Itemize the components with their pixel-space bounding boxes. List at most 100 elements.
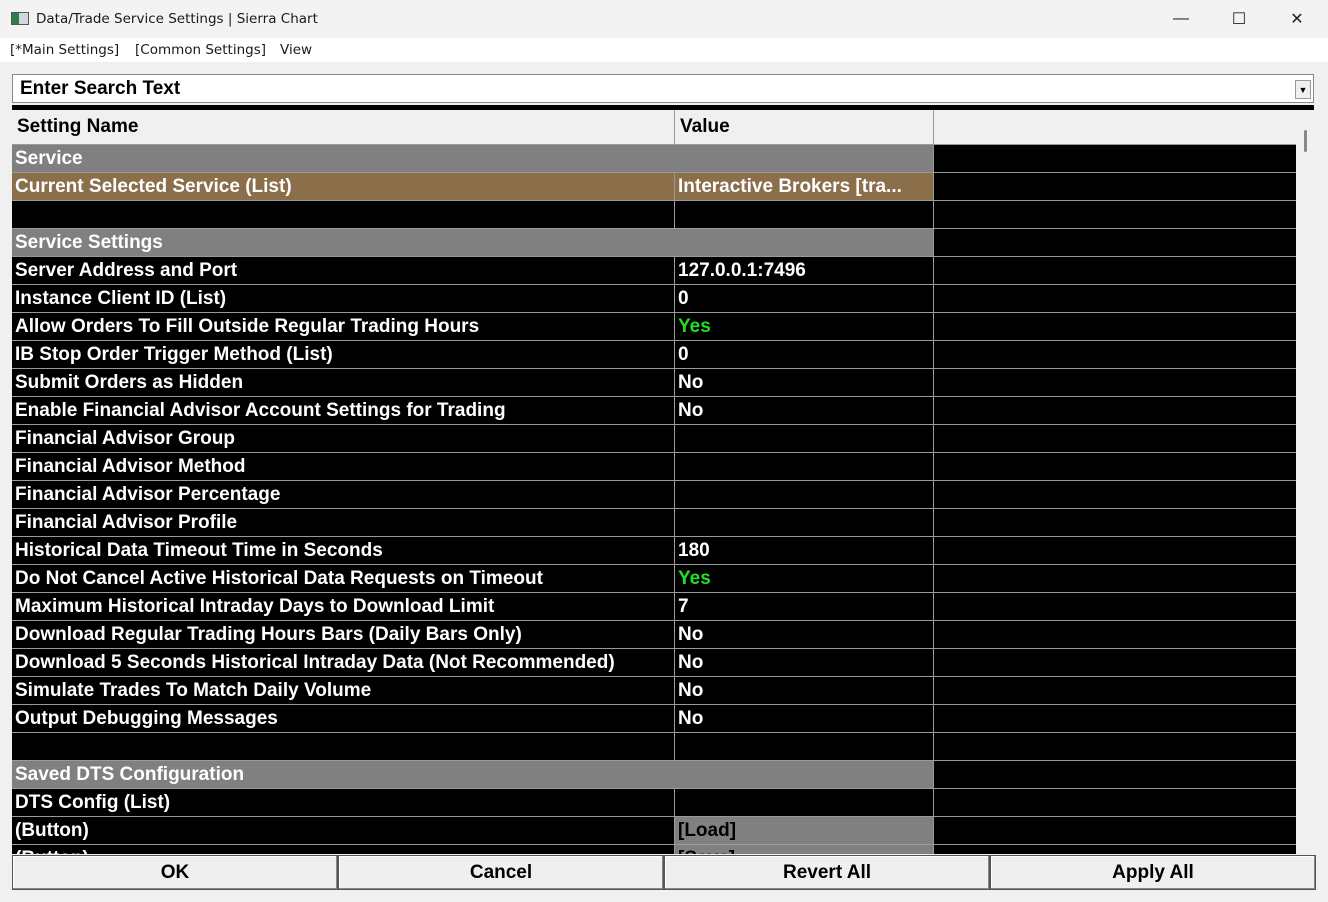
setting-row[interactable]: Financial Advisor Method <box>12 453 1296 481</box>
ok-button[interactable]: OK <box>12 855 338 890</box>
empty-cell <box>934 453 1296 480</box>
setting-name: Enable Financial Advisor Account Setting… <box>12 397 675 424</box>
setting-value[interactable] <box>675 509 934 536</box>
empty-cell <box>934 285 1296 312</box>
setting-row[interactable]: Output Debugging Messages No <box>12 705 1296 733</box>
setting-value[interactable]: 0 <box>675 285 934 312</box>
empty-cell <box>934 621 1296 648</box>
setting-value[interactable] <box>675 425 934 452</box>
setting-value[interactable]: No <box>675 397 934 424</box>
menu-view[interactable]: View <box>280 42 312 58</box>
setting-value[interactable]: Interactive Brokers [tra... <box>675 173 934 200</box>
setting-name <box>12 733 675 760</box>
setting-row[interactable]: Download Regular Trading Hours Bars (Dai… <box>12 621 1296 649</box>
setting-name: Financial Advisor Profile <box>12 509 675 536</box>
maximize-button[interactable]: ☐ <box>1210 0 1268 38</box>
setting-value[interactable] <box>675 453 934 480</box>
menu-main-settings[interactable]: [*Main Settings] <box>10 42 119 58</box>
empty-cell <box>934 173 1296 200</box>
setting-name: Financial Advisor Group <box>12 425 675 452</box>
empty-cell <box>934 425 1296 452</box>
setting-name: Service <box>12 145 675 172</box>
empty-cell <box>934 705 1296 732</box>
setting-row[interactable]: Historical Data Timeout Time in Seconds 1… <box>12 537 1296 565</box>
setting-value <box>675 201 934 228</box>
setting-row[interactable]: (Button)[Save] <box>12 845 1296 854</box>
setting-name: (Button) <box>12 817 675 844</box>
setting-row[interactable]: Enable Financial Advisor Account Setting… <box>12 397 1296 425</box>
footer-buttons: OK Cancel Revert All Apply All <box>12 855 1316 890</box>
setting-value[interactable]: 180 <box>675 537 934 564</box>
setting-value[interactable]: No <box>675 621 934 648</box>
setting-row[interactable]: Instance Client ID (List) 0 <box>12 285 1296 313</box>
setting-row[interactable]: IB Stop Order Trigger Method (List) 0 <box>12 341 1296 369</box>
setting-row[interactable]: Server Address and Port 127.0.0.1:7496 <box>12 257 1296 285</box>
setting-value[interactable]: 0 <box>675 341 934 368</box>
setting-value[interactable]: 7 <box>675 593 934 620</box>
header-setting-name[interactable]: Setting Name <box>12 110 675 144</box>
group-row: Saved DTS Configuration <box>12 761 1296 789</box>
setting-value[interactable] <box>675 481 934 508</box>
action-button[interactable]: [Save] <box>675 845 934 854</box>
app-icon <box>11 12 29 25</box>
setting-name: Financial Advisor Method <box>12 453 675 480</box>
setting-row[interactable]: Financial Advisor Group <box>12 425 1296 453</box>
setting-row[interactable]: Maximum Historical Intraday Days to Down… <box>12 593 1296 621</box>
empty-cell <box>934 649 1296 676</box>
setting-row[interactable]: Simulate Trades To Match Daily Volume No <box>12 677 1296 705</box>
setting-row[interactable]: (Button) [Load] <box>12 817 1296 845</box>
scrollbar-thumb[interactable] <box>1304 130 1307 152</box>
setting-value[interactable] <box>675 789 934 816</box>
setting-row[interactable]: DTS Config (List) <box>12 789 1296 817</box>
group-row: Service <box>12 145 1296 173</box>
empty-cell <box>934 313 1296 340</box>
setting-name: Instance Client ID (List) <box>12 285 675 312</box>
header-value[interactable]: Value <box>675 110 934 144</box>
empty-cell <box>934 481 1296 508</box>
setting-name: Financial Advisor Percentage <box>12 481 675 508</box>
empty-cell <box>934 369 1296 396</box>
search-input[interactable] <box>13 75 1283 102</box>
setting-value[interactable]: No <box>675 705 934 732</box>
vertical-scrollbar[interactable] <box>1296 110 1314 854</box>
empty-cell <box>934 565 1296 592</box>
cancel-button[interactable]: Cancel <box>338 855 664 890</box>
setting-name: Historical Data Timeout Time in Seconds <box>12 537 675 564</box>
setting-name <box>12 201 675 228</box>
setting-name: Submit Orders as Hidden <box>12 369 675 396</box>
setting-value[interactable]: No <box>675 649 934 676</box>
setting-name: Current Selected Service (List) <box>12 173 675 200</box>
menu-bar: [*Main Settings] [Common Settings] View <box>0 38 1328 62</box>
setting-value[interactable]: Yes <box>675 313 934 340</box>
setting-row[interactable]: Submit Orders as Hidden No <box>12 369 1296 397</box>
empty-cell <box>934 537 1296 564</box>
minimize-button[interactable]: — <box>1152 0 1210 38</box>
setting-value[interactable]: No <box>675 369 934 396</box>
revert-all-button[interactable]: Revert All <box>664 855 990 890</box>
setting-name: Server Address and Port <box>12 257 675 284</box>
setting-name: Service Settings <box>12 229 675 256</box>
search-box: ▼ <box>12 74 1314 103</box>
setting-value[interactable]: No <box>675 677 934 704</box>
close-button[interactable]: ✕ <box>1268 0 1326 38</box>
empty-cell <box>934 341 1296 368</box>
empty-cell <box>934 229 1296 256</box>
setting-row[interactable]: Financial Advisor Profile <box>12 509 1296 537</box>
setting-value[interactable]: Yes <box>675 565 934 592</box>
empty-cell <box>934 733 1296 760</box>
setting-row[interactable]: Download 5 Seconds Historical Intraday D… <box>12 649 1296 677</box>
setting-row[interactable]: Current Selected Service (List) Interacti… <box>12 173 1296 201</box>
apply-all-button[interactable]: Apply All <box>990 855 1316 890</box>
menu-common-settings[interactable]: [Common Settings] <box>135 42 266 58</box>
dropdown-arrow-icon[interactable]: ▼ <box>1295 80 1311 99</box>
action-button[interactable]: [Load] <box>675 817 934 844</box>
setting-value[interactable]: 127.0.0.1:7496 <box>675 257 934 284</box>
setting-name: Download Regular Trading Hours Bars (Dai… <box>12 621 675 648</box>
header-row: Setting Name Value <box>12 110 1296 145</box>
setting-name: Download 5 Seconds Historical Intraday D… <box>12 649 675 676</box>
setting-row[interactable]: Financial Advisor Percentage <box>12 481 1296 509</box>
setting-name: Maximum Historical Intraday Days to Down… <box>12 593 675 620</box>
empty-cell <box>934 761 1296 788</box>
setting-row[interactable]: Do Not Cancel Active Historical Data Req… <box>12 565 1296 593</box>
setting-row[interactable]: Allow Orders To Fill Outside Regular Tra… <box>12 313 1296 341</box>
